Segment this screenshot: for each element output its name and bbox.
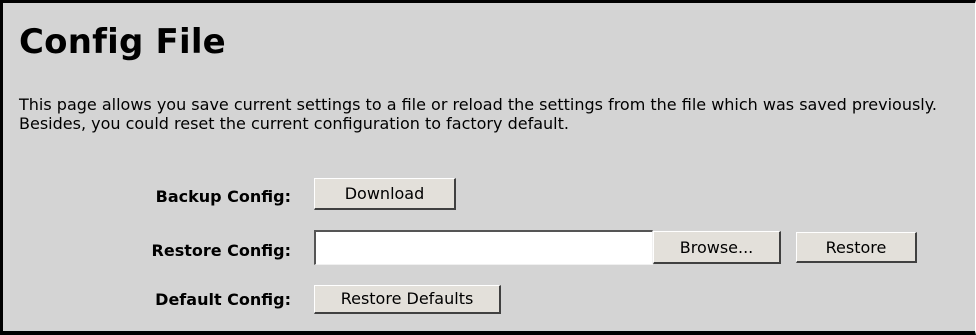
- page-description: This page allows you save current settin…: [19, 95, 938, 133]
- restore-button[interactable]: Restore: [796, 232, 917, 263]
- config-file-panel: Config File This page allows you save cu…: [0, 0, 976, 335]
- restore-defaults-button[interactable]: Restore Defaults: [314, 285, 501, 314]
- page-title: Config File: [19, 22, 226, 62]
- download-button[interactable]: Download: [314, 178, 456, 210]
- default-config-label: Default Config:: [155, 290, 291, 309]
- browse-button[interactable]: Browse...: [653, 231, 781, 264]
- restore-config-label: Restore Config:: [151, 241, 291, 260]
- restore-file-input[interactable]: [314, 230, 653, 265]
- backup-config-label: Backup Config:: [155, 187, 291, 206]
